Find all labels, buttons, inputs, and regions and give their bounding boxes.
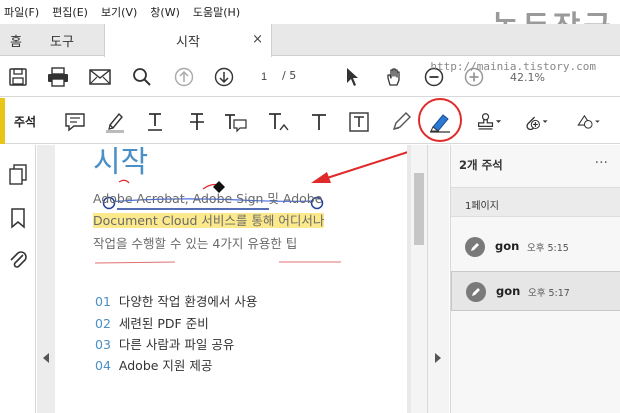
document-viewer: 시작 Adobe Acrobat, Adobe Sign 및 Adobe Doc…	[37, 145, 427, 413]
comments-panel: 2개 주석 ··· 1페이지 gon 오후 5:15 gon 오후 5:17	[450, 145, 620, 413]
email-icon[interactable]	[88, 65, 112, 89]
document-page: 시작 Adobe Acrobat, Adobe Sign 및 Adobe Doc…	[55, 145, 407, 413]
pencil-icon	[466, 282, 486, 302]
list-item: 01 다양한 작업 환경에서 사용	[95, 294, 258, 309]
list-item: 04 Adobe 지원 제공	[95, 358, 213, 373]
menu-edit[interactable]: 편집(E)	[52, 4, 88, 20]
print-icon[interactable]	[46, 65, 70, 89]
pencil-icon	[465, 237, 485, 257]
comment-toolbar-accent	[0, 98, 5, 144]
menu-view[interactable]: 보기(V)	[101, 4, 137, 20]
underline-text-icon[interactable]	[142, 109, 168, 135]
menu-file[interactable]: 파일(F)	[4, 4, 39, 20]
add-text-icon[interactable]	[306, 109, 332, 135]
scrollbar-thumb[interactable]	[414, 173, 424, 245]
comment-author: gon	[496, 284, 521, 298]
tab-document[interactable]: 시작 ×	[104, 24, 272, 57]
document-line-3: 작업을 수행할 수 있는 4가지 유용한 팁	[93, 236, 298, 251]
previous-page-icon[interactable]	[172, 65, 196, 89]
tabbar: 홈 도구 시작 ×	[0, 24, 620, 57]
insert-text-icon[interactable]	[266, 109, 292, 135]
strikethrough-text-icon[interactable]	[184, 109, 210, 135]
highlight-text-icon[interactable]	[102, 109, 128, 135]
next-page-icon[interactable]	[212, 65, 236, 89]
highlighted-text: Document Cloud 서비스를 통해 어디서나	[93, 213, 325, 228]
comments-count-title: 2개 주석	[459, 158, 503, 172]
document-scrollbar[interactable]	[411, 145, 427, 413]
tab-tools[interactable]: 도구	[50, 24, 74, 56]
left-navigation-rail	[0, 145, 36, 413]
page-number-input[interactable]	[252, 68, 276, 86]
page-thumbnails-icon[interactable]	[7, 163, 29, 185]
more-options-icon[interactable]: ···	[595, 155, 608, 171]
menu-help[interactable]: 도움말(H)	[193, 4, 240, 20]
select-cursor-icon[interactable]	[340, 65, 364, 89]
watermark-url: http://mainia.tistory.com	[430, 60, 596, 73]
bookmarks-icon[interactable]	[7, 207, 29, 229]
eraser-icon[interactable]	[427, 109, 453, 135]
comment-item-selected[interactable]: gon 오후 5:17	[451, 271, 620, 311]
close-tab-icon[interactable]: ×	[252, 32, 263, 47]
document-line-2: Document Cloud 서비스를 통해 어디서나	[93, 210, 325, 229]
page-total: / 5	[282, 69, 297, 82]
list-item: 03 다른 사람과 파일 공유	[95, 337, 235, 352]
pencil-draw-icon[interactable]	[388, 109, 414, 135]
save-icon[interactable]	[6, 65, 30, 89]
tab-document-label: 시작	[176, 35, 200, 50]
replace-text-icon[interactable]	[222, 109, 248, 135]
attachments-icon[interactable]	[7, 249, 29, 271]
right-panel-toggle[interactable]	[427, 145, 449, 413]
attach-file-icon[interactable]	[524, 109, 550, 135]
comment-time: 오후 5:15	[527, 243, 569, 254]
text-box-icon[interactable]	[346, 109, 372, 135]
list-item: 02 세련된 PDF 준비	[95, 316, 209, 331]
search-icon[interactable]	[130, 65, 154, 89]
comment-toolbar-label: 주석	[14, 115, 37, 129]
menu-window[interactable]: 창(W)	[150, 4, 180, 20]
left-panel-toggle[interactable]	[37, 145, 55, 413]
hand-tool-icon[interactable]	[382, 65, 406, 89]
document-line-1: Adobe Acrobat, Adobe Sign 및 Adobe	[93, 191, 323, 206]
sticky-note-icon[interactable]	[62, 109, 88, 135]
comment-item[interactable]: gon 오후 5:15	[451, 227, 620, 267]
page-section-header[interactable]: 1페이지	[451, 187, 620, 217]
tab-home[interactable]: 홈	[10, 24, 22, 56]
comment-author: gon	[495, 239, 520, 253]
comment-time: 오후 5:17	[528, 288, 570, 299]
stamp-icon[interactable]	[476, 109, 502, 135]
shapes-icon[interactable]	[576, 109, 602, 135]
